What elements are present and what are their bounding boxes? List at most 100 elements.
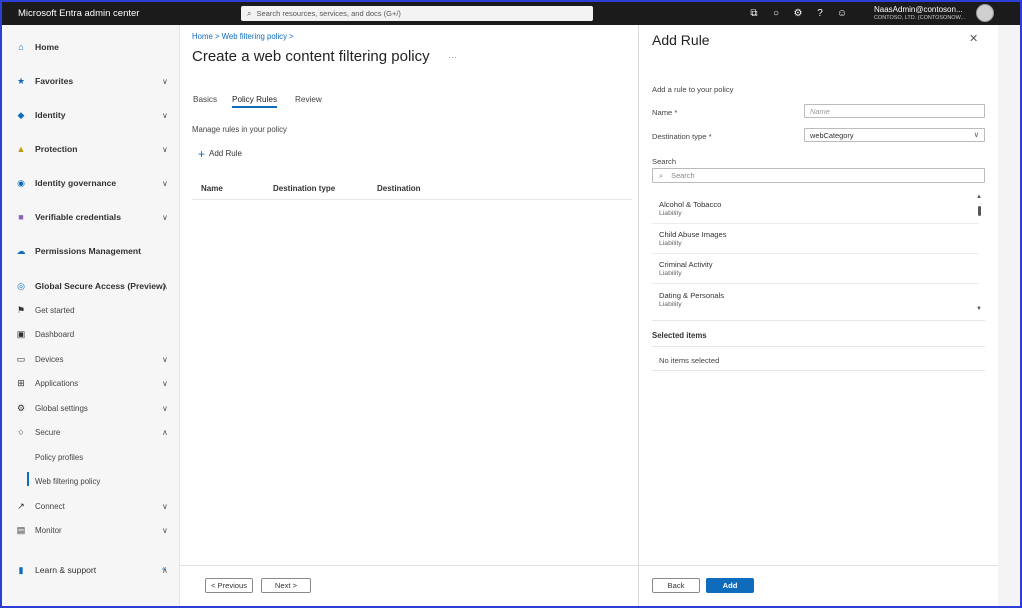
governance-icon: ◉ bbox=[17, 177, 25, 188]
globe-icon: ◎ bbox=[17, 280, 25, 291]
table-divider bbox=[192, 199, 632, 200]
list-item[interactable]: Dating & Personals Liability bbox=[652, 285, 979, 315]
app-frame: Microsoft Entra admin center ⌕ Search re… bbox=[0, 0, 1022, 608]
category-name: Criminal Activity bbox=[659, 260, 713, 269]
top-bar: Microsoft Entra admin center ⌕ Search re… bbox=[2, 2, 1020, 25]
selected-divider bbox=[652, 346, 985, 347]
next-button[interactable]: Next > bbox=[261, 578, 311, 593]
bell-icon[interactable]: ○ bbox=[765, 5, 787, 22]
sidebar-item-applications[interactable]: ⊞ Applications ∨ bbox=[2, 373, 180, 393]
tab-policy-rules[interactable]: Policy Rules bbox=[232, 95, 278, 108]
settings-icon: ⚙ bbox=[16, 402, 26, 413]
category-group: Liability bbox=[659, 210, 682, 217]
flag-icon: ⚑ bbox=[16, 304, 26, 315]
scroll-down-icon[interactable]: ▼ bbox=[976, 306, 982, 312]
category-name: Dating & Personals bbox=[659, 291, 725, 300]
sidebar-item-policy-profiles[interactable]: Policy profiles bbox=[2, 447, 180, 467]
chevron-down-icon[interactable]: ∨ bbox=[162, 111, 168, 120]
list-item[interactable]: Alcohol & Tobacco Liability bbox=[652, 194, 979, 224]
sidebar-item-identity-governance[interactable]: ◉ Identity governance ∨ bbox=[2, 173, 180, 193]
previous-button[interactable]: < Previous bbox=[205, 578, 253, 593]
list-item[interactable]: Child Abuse Images Liability bbox=[652, 224, 979, 254]
search-label: Search bbox=[652, 157, 677, 166]
category-group: Liability bbox=[659, 270, 682, 277]
user-shield-icon: ▲ bbox=[16, 144, 26, 154]
close-icon[interactable]: ✕ bbox=[969, 32, 978, 45]
panel-title: Add Rule bbox=[652, 32, 710, 48]
category-list-scrollbar[interactable]: ▲ ▼ bbox=[974, 194, 984, 316]
column-header-name[interactable]: Name bbox=[201, 184, 223, 193]
chevron-down-icon[interactable]: ∨ bbox=[162, 77, 168, 86]
scrollbar-thumb[interactable] bbox=[978, 206, 981, 216]
chevron-down-icon[interactable]: ∨ bbox=[162, 355, 168, 364]
global-search-placeholder: Search resources, services, and docs (G+… bbox=[256, 9, 401, 18]
chevron-down-icon[interactable]: ∨ bbox=[162, 179, 168, 188]
page-title: Create a web content filtering policy bbox=[192, 48, 430, 65]
gear-icon[interactable]: ⚙ bbox=[787, 5, 809, 22]
sidebar-item-web-filtering-policy[interactable]: Web filtering policy bbox=[2, 471, 180, 491]
sidebar-item-devices[interactable]: ▭ Devices ∨ bbox=[2, 349, 180, 369]
avatar[interactable] bbox=[976, 4, 994, 22]
dashboard-icon: ▣ bbox=[16, 328, 26, 339]
lock-icon: ○ bbox=[18, 427, 24, 437]
column-header-destination-type[interactable]: Destination type bbox=[273, 184, 335, 193]
plus-icon: + bbox=[198, 146, 206, 161]
category-search-input[interactable]: ⌕ Search bbox=[652, 168, 985, 183]
list-item[interactable]: Criminal Activity Liability bbox=[652, 254, 979, 284]
chevron-down-icon[interactable]: ∨ bbox=[162, 526, 168, 535]
diamond-icon: ◆ bbox=[17, 109, 25, 120]
global-search-box[interactable]: ⌕ Search resources, services, and docs (… bbox=[241, 6, 593, 21]
sidebar-item-global-secure-access[interactable]: ◎ Global Secure Access (Preview) ∧ bbox=[2, 276, 180, 296]
chevron-up-icon[interactable]: ∧ bbox=[162, 282, 168, 291]
name-field[interactable]: Name bbox=[804, 104, 985, 118]
chevron-down-icon[interactable]: ∨ bbox=[162, 502, 168, 511]
right-edge-strip bbox=[998, 25, 1020, 606]
footer-divider bbox=[180, 565, 638, 566]
app-title[interactable]: Microsoft Entra admin center bbox=[2, 8, 234, 19]
account-org: CONTOSO, LTD. (CONTOSONOW... bbox=[874, 15, 966, 21]
chevron-down-icon[interactable]: ∨ bbox=[162, 213, 168, 222]
chevron-down-icon[interactable]: ∨ bbox=[162, 404, 168, 413]
sidebar-item-connect[interactable]: ↗ Connect ∨ bbox=[2, 496, 180, 516]
chevron-down-icon: ∨ bbox=[973, 130, 979, 139]
star-icon: ★ bbox=[16, 75, 26, 86]
sidebar-item-permissions-management[interactable]: ☁ Permissions Management bbox=[2, 241, 180, 261]
top-icon-group: ⧉ ○ ⚙ ? ☺ bbox=[743, 5, 853, 22]
sidebar-item-get-started[interactable]: ⚑ Get started bbox=[2, 300, 180, 320]
sidebar-item-monitor[interactable]: ▤ Monitor ∨ bbox=[2, 520, 180, 540]
add-button[interactable]: Add bbox=[706, 578, 754, 593]
more-options-icon[interactable]: ··· bbox=[448, 52, 457, 62]
sidebar-item-learn-support[interactable]: ▮ Learn & support ∧ bbox=[2, 560, 180, 580]
destination-type-label: Destination type * bbox=[652, 132, 712, 141]
tab-basics[interactable]: Basics bbox=[193, 95, 217, 104]
chevron-up-icon[interactable]: ∧ bbox=[162, 428, 168, 437]
collapse-sidebar-icon[interactable]: « bbox=[162, 564, 166, 573]
search-icon: ⌕ bbox=[247, 8, 252, 18]
account-name: NaasAdmin@contoson... bbox=[874, 5, 963, 14]
panel-footer-divider bbox=[639, 565, 998, 566]
scroll-up-icon[interactable]: ▲ bbox=[976, 194, 982, 200]
breadcrumb[interactable]: Home > Web filtering policy > bbox=[192, 32, 294, 41]
destination-type-dropdown[interactable]: webCategory ∨ bbox=[804, 128, 985, 142]
chevron-down-icon[interactable]: ∨ bbox=[162, 145, 168, 154]
add-rule-button[interactable]: + Add Rule bbox=[198, 146, 242, 161]
help-icon[interactable]: ? bbox=[809, 5, 831, 22]
sidebar-item-dashboard[interactable]: ▣ Dashboard bbox=[2, 324, 180, 344]
column-header-destination[interactable]: Destination bbox=[377, 184, 421, 193]
tab-review[interactable]: Review bbox=[295, 95, 322, 104]
chevron-down-icon[interactable]: ∨ bbox=[162, 379, 168, 388]
sidebar-item-home[interactable]: ⌂ Home bbox=[2, 37, 180, 57]
sidebar-item-secure[interactable]: ○ Secure ∧ bbox=[2, 422, 180, 442]
copilot-icon[interactable]: ⧉ bbox=[743, 5, 765, 22]
feedback-icon[interactable]: ☺ bbox=[831, 5, 853, 22]
sidebar-item-verifiable-credentials[interactable]: ■ Verifiable credentials ∨ bbox=[2, 207, 180, 227]
sidebar-item-protection[interactable]: ▲ Protection ∨ bbox=[2, 139, 180, 159]
sidebar-item-global-settings[interactable]: ⚙ Global settings ∨ bbox=[2, 398, 180, 418]
monitor-icon: ▤ bbox=[16, 524, 26, 535]
account-info[interactable]: NaasAdmin@contoson... CONTOSO, LTD. (CON… bbox=[874, 5, 965, 23]
selected-bottom-divider bbox=[652, 370, 985, 371]
sidebar-item-favorites[interactable]: ★ Favorites ∨ bbox=[2, 71, 180, 91]
category-group: Liability bbox=[659, 240, 682, 247]
back-button[interactable]: Back bbox=[652, 578, 700, 593]
sidebar-item-identity[interactable]: ◆ Identity ∨ bbox=[2, 105, 180, 125]
